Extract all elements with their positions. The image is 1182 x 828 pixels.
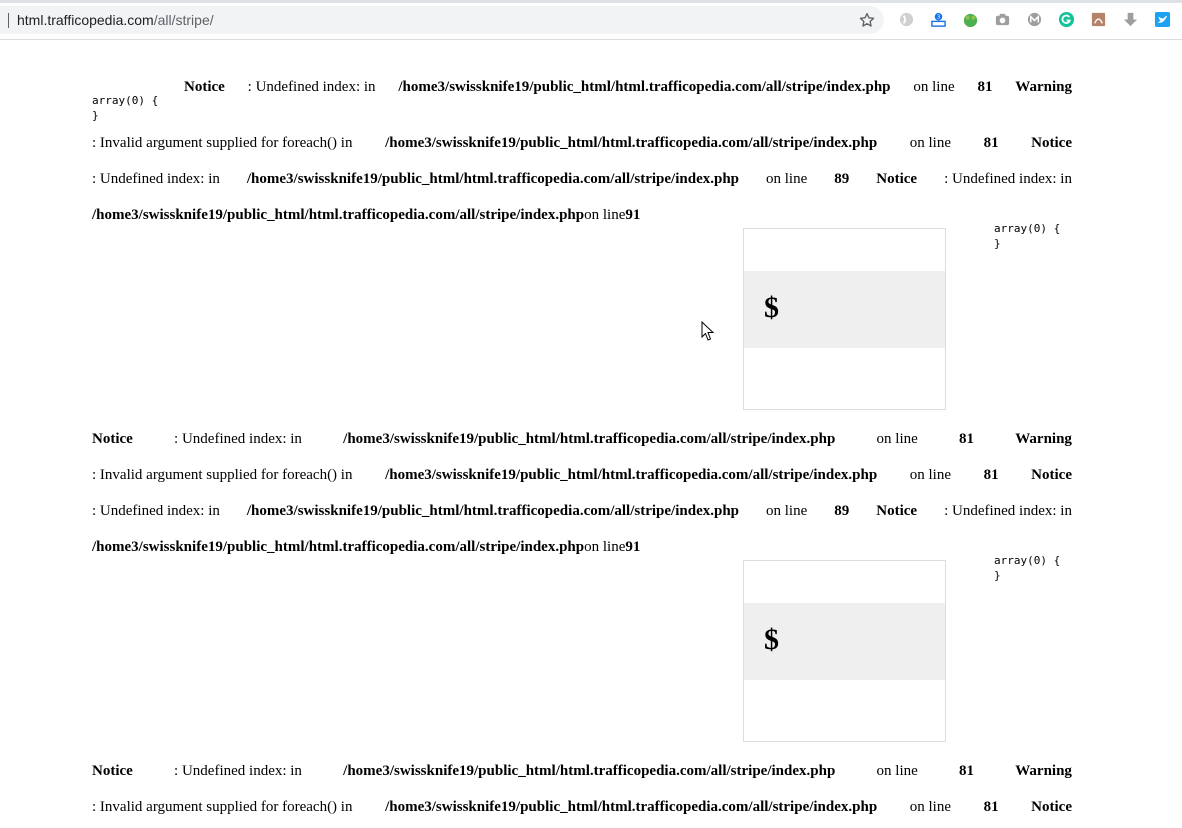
var-dump-block: array(0) { } bbox=[994, 553, 1060, 583]
notice-label: Notice bbox=[1031, 135, 1072, 151]
error-line: : Undefined index: in /home3/swissknife1… bbox=[92, 171, 1072, 188]
bookmark-star-icon[interactable] bbox=[858, 11, 876, 29]
url-host: html.trafficopedia.com bbox=[17, 12, 154, 28]
error-message: : Undefined index: in bbox=[247, 79, 376, 95]
warning-label: Warning bbox=[1015, 763, 1072, 779]
address-bar-url[interactable]: html.trafficopedia.com/all/stripe/ bbox=[17, 12, 214, 28]
ghostery-icon[interactable] bbox=[898, 11, 915, 28]
error-line: : Invalid argument supplied for foreach(… bbox=[92, 135, 1072, 152]
on-line-text: on line bbox=[909, 467, 952, 483]
mouse-cursor-icon bbox=[701, 321, 715, 341]
m-icon[interactable] bbox=[1026, 11, 1043, 28]
pdf-icon[interactable] bbox=[1090, 11, 1107, 28]
price-band: $ bbox=[744, 271, 945, 348]
error-message: : Undefined index: in bbox=[92, 503, 220, 519]
currency-symbol: $ bbox=[764, 623, 779, 656]
line-number: 89 bbox=[834, 503, 850, 519]
svg-text:3: 3 bbox=[937, 15, 941, 21]
line-number: 91 bbox=[625, 539, 641, 555]
array-dump-open: array(0) { bbox=[92, 94, 159, 107]
on-line-text: on line bbox=[876, 763, 918, 779]
error-line: : Invalid argument supplied for foreach(… bbox=[92, 467, 1072, 484]
error-line: : Undefined index: in /home3/swissknife1… bbox=[92, 503, 1072, 520]
line-number: 81 bbox=[959, 431, 975, 447]
on-line-text: on line bbox=[766, 503, 808, 519]
currency-symbol: $ bbox=[764, 291, 779, 324]
file-path: /home3/swissknife19/public_html/html.tra… bbox=[246, 171, 740, 187]
file-path: /home3/swissknife19/public_html/html.tra… bbox=[343, 431, 836, 447]
translate-icon[interactable]: 3 bbox=[930, 11, 947, 28]
error-message: : Undefined index: in bbox=[944, 171, 1072, 187]
error-line: /home3/swissknife19/public_html/html.tra… bbox=[92, 207, 1072, 224]
address-bar[interactable]: html.trafficopedia.com/all/stripe/ bbox=[0, 6, 884, 34]
error-message: : Invalid argument supplied for foreach(… bbox=[92, 467, 353, 483]
error-line: Notice : Undefined index: in /home3/swis… bbox=[184, 79, 1072, 96]
price-card: $ bbox=[743, 560, 946, 742]
file-path: /home3/swissknife19/public_html/html.tra… bbox=[385, 799, 878, 815]
tab-strip-edge bbox=[0, 0, 1182, 3]
warning-label: Warning bbox=[1015, 431, 1072, 447]
file-path: /home3/swissknife19/public_html/html.tra… bbox=[385, 467, 878, 483]
var-dump-block: array(0) { } bbox=[92, 93, 158, 123]
notice-label: Notice bbox=[92, 431, 133, 447]
on-line-text: on line bbox=[909, 135, 952, 151]
camera-icon[interactable] bbox=[994, 11, 1011, 28]
line-number: 81 bbox=[977, 79, 993, 95]
error-message: : Undefined index: in bbox=[174, 763, 302, 779]
file-path: /home3/swissknife19/public_html/html.tra… bbox=[398, 79, 891, 95]
error-line: Notice : Undefined index: in /home3/swis… bbox=[92, 763, 1072, 780]
array-dump-close: } bbox=[994, 237, 1001, 250]
error-message: : Invalid argument supplied for foreach(… bbox=[92, 799, 353, 815]
var-dump-block: array(0) { } bbox=[994, 221, 1060, 251]
line-number: 81 bbox=[959, 763, 975, 779]
notice-label: Notice bbox=[184, 79, 225, 95]
array-dump-open: array(0) { bbox=[994, 222, 1061, 235]
error-message: : Undefined index: in bbox=[92, 171, 220, 187]
on-line-text: on line bbox=[913, 79, 955, 95]
array-dump-close: } bbox=[92, 109, 99, 122]
text-caret bbox=[8, 13, 9, 28]
twitter-icon[interactable] bbox=[1154, 11, 1171, 28]
error-line: /home3/swissknife19/public_html/html.tra… bbox=[92, 539, 1072, 556]
warning-label: Warning bbox=[1015, 79, 1072, 95]
line-number: 91 bbox=[625, 207, 641, 223]
line-number: 81 bbox=[983, 135, 999, 151]
on-line-text: on line bbox=[766, 171, 808, 187]
on-line-text: on line bbox=[876, 431, 918, 447]
line-number: 81 bbox=[983, 467, 999, 483]
notice-label: Notice bbox=[1031, 467, 1072, 483]
error-message: : Undefined index: in bbox=[944, 503, 1072, 519]
file-path: /home3/swissknife19/public_html/html.tra… bbox=[343, 763, 836, 779]
url-path: /all/stripe/ bbox=[153, 12, 214, 28]
notice-label: Notice bbox=[876, 171, 918, 187]
notice-label: Notice bbox=[876, 503, 918, 519]
line-number: 81 bbox=[983, 799, 999, 815]
notice-label: Notice bbox=[92, 763, 133, 779]
file-path: /home3/swissknife19/public_html/html.tra… bbox=[92, 539, 585, 555]
price-card: $ bbox=[743, 228, 946, 410]
grammarly-icon[interactable] bbox=[1058, 11, 1075, 28]
price-band: $ bbox=[744, 603, 945, 680]
file-path: /home3/swissknife19/public_html/html.tra… bbox=[246, 503, 740, 519]
array-dump-open: array(0) { bbox=[994, 554, 1061, 567]
browser-toolbar: html.trafficopedia.com/all/stripe/ 3 bbox=[0, 0, 1182, 40]
frog-icon[interactable] bbox=[962, 11, 979, 28]
file-path: /home3/swissknife19/public_html/html.tra… bbox=[385, 135, 878, 151]
error-line: Notice : Undefined index: in /home3/swis… bbox=[92, 431, 1072, 448]
error-line: : Invalid argument supplied for foreach(… bbox=[92, 799, 1072, 816]
error-message: : Invalid argument supplied for foreach(… bbox=[92, 135, 353, 151]
array-dump-close: } bbox=[994, 569, 1001, 582]
error-message: : Undefined index: in bbox=[174, 431, 302, 447]
notice-label: Notice bbox=[1031, 799, 1072, 815]
on-line-text: on line bbox=[909, 799, 952, 815]
download-icon[interactable] bbox=[1122, 11, 1139, 28]
file-path: /home3/swissknife19/public_html/html.tra… bbox=[92, 207, 585, 223]
on-line-text: on line bbox=[584, 539, 626, 555]
on-line-text: on line bbox=[584, 207, 626, 223]
line-number: 89 bbox=[834, 171, 850, 187]
